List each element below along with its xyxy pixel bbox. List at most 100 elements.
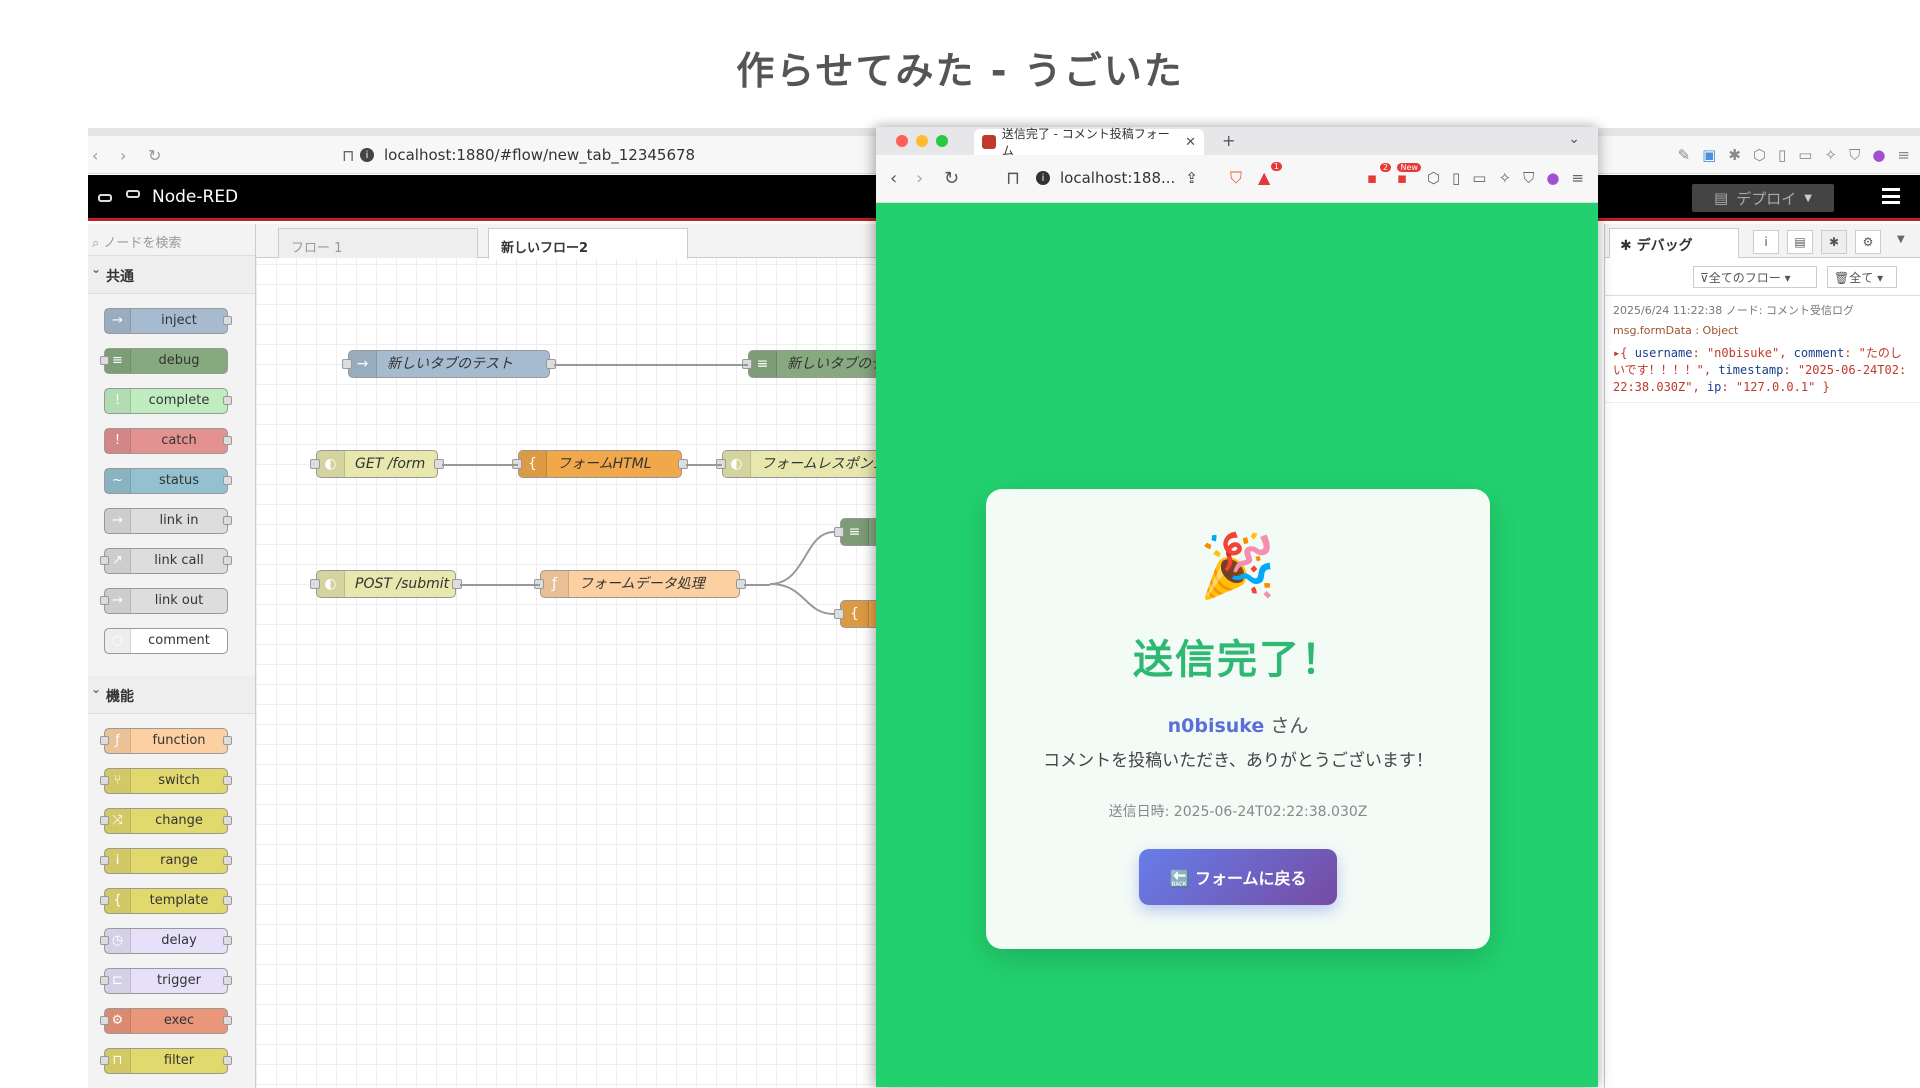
bookmark-icon[interactable]: ⊓ xyxy=(342,146,354,165)
brave-shield-icon[interactable]: ⛉ xyxy=(1230,168,1242,188)
debug-clear-button[interactable]: 🗑全て ▾ xyxy=(1827,266,1897,288)
flow-workspace[interactable]: フロー 1 新しいフロー2 → 新しいタブのテスト ≡ 新しいタブのデバッグ ◐ GET … xyxy=(256,224,996,1088)
input-port[interactable] xyxy=(100,1056,109,1065)
input-port[interactable] xyxy=(310,459,320,469)
tab-debug[interactable]: ✱ デバッグ xyxy=(1609,228,1739,258)
close-window-icon[interactable] xyxy=(896,135,908,147)
flow-wire[interactable] xyxy=(554,364,748,366)
input-port[interactable] xyxy=(100,1016,109,1025)
output-port[interactable] xyxy=(223,776,232,785)
shield-icon[interactable]: ⛉ xyxy=(1523,169,1534,187)
address-bar[interactable]: i localhost:1880/#flow/new_tab_12345678 xyxy=(360,142,920,168)
sidebar-icon[interactable]: ▯ xyxy=(1778,146,1786,164)
flow-node[interactable]: {フォームHTML xyxy=(518,450,682,478)
share-icon[interactable]: ⇪ xyxy=(1185,169,1198,187)
flow-wire[interactable] xyxy=(460,584,540,586)
eyedropper-icon[interactable]: ✎ xyxy=(1678,146,1691,164)
output-port[interactable] xyxy=(223,516,232,525)
output-port[interactable] xyxy=(223,556,232,565)
palette-node[interactable]: ⊓ filter xyxy=(100,1048,232,1074)
tab-new-flow-2[interactable]: 新しいフロー2 xyxy=(488,228,688,259)
output-port[interactable] xyxy=(223,736,232,745)
extension-red-icon[interactable]: ▪ 2 xyxy=(1367,163,1391,187)
bookmark-icon[interactable]: ⊓ xyxy=(1006,168,1020,189)
palette-category[interactable]: 共通 xyxy=(88,256,255,294)
brave-rewards-icon[interactable]: ▲ 1 xyxy=(1258,162,1283,187)
debug-payload[interactable]: ▸{ username: "n0bisuke", comment: "たのしいで… xyxy=(1613,345,1912,396)
output-port[interactable] xyxy=(223,1056,232,1065)
address-bar[interactable]: i localhost:188... ⇪ xyxy=(1036,169,1198,187)
input-port[interactable] xyxy=(100,596,109,605)
puzzle-icon[interactable]: ⬡ xyxy=(1427,169,1440,187)
back-icon[interactable]: ‹ xyxy=(890,168,897,189)
reload-icon[interactable]: ↻ xyxy=(148,146,161,165)
input-port[interactable] xyxy=(100,896,109,905)
output-port[interactable] xyxy=(223,316,232,325)
input-port[interactable] xyxy=(834,527,844,537)
forward-icon[interactable]: › xyxy=(120,146,126,165)
profile-icon[interactable]: ● xyxy=(1872,146,1885,164)
palette-node[interactable]: ◷ delay xyxy=(100,928,232,954)
palette-node[interactable]: ƒ function xyxy=(100,728,232,754)
menu-icon[interactable]: ≡ xyxy=(1571,169,1584,187)
menu-icon[interactable]: ≡ xyxy=(1897,146,1910,164)
input-port[interactable] xyxy=(100,356,109,365)
palette-node[interactable]: ⚙ exec xyxy=(100,1008,232,1034)
deploy-button[interactable]: ▤ デプロイ ▼ xyxy=(1692,184,1834,212)
palette-node[interactable]: → link in xyxy=(104,508,232,534)
palette-node[interactable]: ≡ debug xyxy=(100,348,228,374)
input-port[interactable] xyxy=(310,579,320,589)
flow-node[interactable]: → 新しいタブのテスト xyxy=(348,350,550,378)
extension-icon[interactable]: ▣ xyxy=(1702,146,1716,164)
input-port[interactable] xyxy=(834,609,844,619)
input-port[interactable] xyxy=(100,856,109,865)
output-port[interactable] xyxy=(223,896,232,905)
palette-node[interactable]: ! catch xyxy=(104,428,232,454)
input-port[interactable] xyxy=(100,776,109,785)
sidebar-icon[interactable]: ▯ xyxy=(1452,169,1460,187)
reload-icon[interactable]: ↻ xyxy=(944,168,959,189)
input-port[interactable] xyxy=(100,936,109,945)
wallet-icon[interactable]: ▭ xyxy=(1472,169,1486,187)
palette-node[interactable]: ! complete xyxy=(104,388,232,414)
bug-icon[interactable]: ✱ xyxy=(1728,146,1741,164)
flow-wire[interactable] xyxy=(744,584,770,586)
output-port[interactable] xyxy=(223,1016,232,1025)
output-port[interactable] xyxy=(223,936,232,945)
input-port[interactable] xyxy=(100,556,109,565)
gear-icon[interactable]: ⚙ xyxy=(1855,230,1881,254)
sparkle-icon[interactable]: ✧ xyxy=(1824,146,1837,164)
site-info-icon[interactable]: i xyxy=(360,148,374,162)
main-menu-icon[interactable] xyxy=(1882,188,1900,204)
back-icon[interactable]: ‹ xyxy=(92,146,98,165)
input-port[interactable] xyxy=(100,976,109,985)
help-book-icon[interactable]: ▤ xyxy=(1787,230,1813,254)
sparkle-icon[interactable]: ✧ xyxy=(1498,169,1511,187)
tab-flow-1[interactable]: フロー 1 xyxy=(278,228,478,258)
palette-search-input[interactable]: ⌕ ノードを検索 xyxy=(88,224,255,256)
palette-node[interactable]: ○ comment xyxy=(104,628,228,654)
flow-wire[interactable] xyxy=(442,464,518,466)
debug-filter-select[interactable]: ⊽全てのフロー ▾ xyxy=(1693,266,1817,288)
palette-node[interactable]: ↗ link call xyxy=(100,548,232,574)
palette-node[interactable]: i range xyxy=(100,848,232,874)
output-port[interactable] xyxy=(223,436,232,445)
browser-tab[interactable]: 送信完了 - コメント投稿フォーム ✕ xyxy=(974,127,1204,158)
profile-icon[interactable]: ● xyxy=(1546,169,1559,187)
palette-node[interactable]: ⊏ trigger xyxy=(100,968,232,994)
tab-list-chevron-icon[interactable]: ⌄ xyxy=(1568,131,1580,147)
extension-new-icon[interactable]: ▪ New xyxy=(1397,163,1421,187)
palette-node[interactable]: {template xyxy=(100,888,232,914)
palette-node[interactable]: ~ status xyxy=(104,468,232,494)
flow-node[interactable]: ◐ GET /form xyxy=(316,450,438,478)
output-port[interactable] xyxy=(223,856,232,865)
info-icon[interactable]: i xyxy=(1753,230,1779,254)
close-tab-icon[interactable]: ✕ xyxy=(1185,135,1196,150)
flow-node[interactable]: ƒ フォームデータ処理 xyxy=(540,570,740,598)
new-tab-icon[interactable]: + xyxy=(1222,131,1235,150)
chevron-down-icon[interactable]: ▼ xyxy=(1897,234,1905,245)
output-port[interactable] xyxy=(223,476,232,485)
palette-node[interactable]: ⑂ switch xyxy=(100,768,232,794)
minimize-window-icon[interactable] xyxy=(916,135,928,147)
wallet-icon[interactable]: ▭ xyxy=(1798,146,1812,164)
